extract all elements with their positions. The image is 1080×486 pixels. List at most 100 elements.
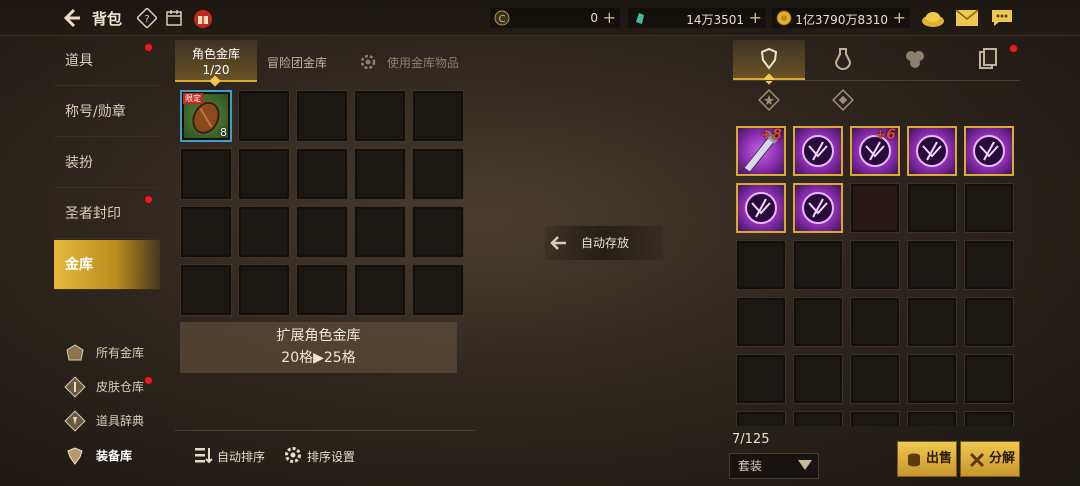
inventory-slot[interactable] xyxy=(907,183,957,233)
mail-icon[interactable] xyxy=(955,9,979,27)
chat-icon[interactable] xyxy=(990,8,1014,28)
sub-item-all-vaults[interactable]: 所有金库 xyxy=(64,338,174,368)
equipment-item[interactable] xyxy=(793,183,843,233)
sidebar-item-vault[interactable]: 金库 xyxy=(54,240,160,290)
vault-grid: 限定 8 xyxy=(180,90,465,316)
sidebar-item-costume[interactable]: 装扮 xyxy=(54,138,160,188)
tab-label: 角色金库 xyxy=(191,47,240,61)
coin-currency: C 0 + xyxy=(490,8,620,28)
sub-item-item-dictionary[interactable]: 道具辞典 xyxy=(64,406,174,436)
equipment-item[interactable] xyxy=(964,126,1014,176)
vault-slot[interactable]: 限定 8 xyxy=(180,90,232,142)
equipment-item[interactable]: +6 xyxy=(850,126,900,176)
back-arrow-icon[interactable] xyxy=(60,6,84,30)
inventory-slot[interactable] xyxy=(793,240,843,290)
vault-slot[interactable] xyxy=(354,206,406,258)
expand-vault-button[interactable]: 扩展角色金库 20格▶25格 xyxy=(180,322,457,373)
inventory-slot[interactable] xyxy=(736,297,786,347)
sub-item-skin-storage[interactable]: 皮肤仓库 xyxy=(64,372,174,402)
gem-add-button[interactable]: + xyxy=(749,8,762,27)
coin-add-button[interactable]: + xyxy=(603,8,616,27)
gold-coin-icon xyxy=(776,10,792,26)
calendar-icon[interactable] xyxy=(164,8,184,28)
equipment-item[interactable] xyxy=(907,126,957,176)
sub-item-label: 道具辞典 xyxy=(96,414,145,428)
vault-slot[interactable] xyxy=(238,148,290,200)
diamond-emblem-icon[interactable] xyxy=(831,88,855,112)
inventory-slot[interactable] xyxy=(736,411,786,426)
orb-item-icon xyxy=(973,135,1005,167)
vault-slot[interactable] xyxy=(412,264,464,316)
cards-tab-icon[interactable] xyxy=(975,46,1001,72)
inventory-slot[interactable] xyxy=(907,297,957,347)
equipment-item[interactable] xyxy=(736,183,786,233)
inventory-slot[interactable] xyxy=(850,411,900,426)
gold-add-button[interactable]: + xyxy=(893,8,906,27)
vault-slot[interactable] xyxy=(412,206,464,258)
vault-slot[interactable] xyxy=(238,90,290,142)
inventory-slot[interactable] xyxy=(964,297,1014,347)
sort-settings-button[interactable]: 排序设置 xyxy=(283,447,355,465)
star-emblem-icon[interactable] xyxy=(757,88,781,112)
equipment-item[interactable] xyxy=(793,126,843,176)
sidebar-item-items[interactable]: 道具 xyxy=(54,36,160,86)
vault-slot[interactable] xyxy=(296,264,348,316)
treasure-icon[interactable] xyxy=(920,8,946,28)
orb-item-icon xyxy=(916,135,948,167)
sub-item-equipment-storage[interactable]: 装备库 xyxy=(64,441,174,471)
tab-adventure-vault[interactable]: 冒险团金库 xyxy=(267,54,327,71)
vault-slot[interactable] xyxy=(180,206,232,258)
inventory-slot[interactable] xyxy=(850,240,900,290)
equipment-item[interactable]: +8 xyxy=(736,126,786,176)
inventory-slot[interactable] xyxy=(964,240,1014,290)
inventory-slot[interactable] xyxy=(793,411,843,426)
vault-subnav: 所有金库 皮肤仓库 道具辞典 装备库 xyxy=(54,338,164,478)
inventory-slot[interactable] xyxy=(793,297,843,347)
sidebar-item-label: 道具 xyxy=(65,53,93,69)
c-coin-icon: C xyxy=(494,10,510,26)
tab-use-vault-items[interactable]: 使用金库物品 xyxy=(387,54,459,71)
item-count: 8 xyxy=(220,126,227,139)
inventory-slot[interactable] xyxy=(793,354,843,404)
inventory-slot[interactable] xyxy=(964,183,1014,233)
inventory-slot[interactable] xyxy=(907,240,957,290)
inventory-slot[interactable] xyxy=(850,297,900,347)
inventory-count: 7/125 xyxy=(732,432,770,447)
filter-select[interactable]: 套装 xyxy=(729,453,819,479)
help-icon[interactable]: ? xyxy=(137,8,157,28)
sub-item-label: 装备库 xyxy=(96,449,133,463)
armor-icon xyxy=(67,447,83,465)
vault-slot[interactable] xyxy=(412,148,464,200)
potion-tab-icon[interactable] xyxy=(830,46,856,72)
inventory-slot[interactable] xyxy=(964,354,1014,404)
vault-slot[interactable] xyxy=(412,90,464,142)
vault-slot[interactable] xyxy=(296,206,348,258)
dismantle-button[interactable]: 分解 xyxy=(960,441,1020,477)
inventory-slot[interactable] xyxy=(964,411,1014,426)
vault-slot[interactable] xyxy=(354,148,406,200)
inventory-slot[interactable] xyxy=(850,354,900,404)
gold-currency: 1亿3790万8310 + xyxy=(772,8,910,28)
inventory-slot[interactable] xyxy=(850,183,900,233)
vault-slot[interactable] xyxy=(180,264,232,316)
vault-slot[interactable] xyxy=(354,264,406,316)
materials-tab-icon[interactable] xyxy=(902,46,928,72)
gift-icon[interactable] xyxy=(192,6,214,30)
vault-slot[interactable] xyxy=(180,148,232,200)
divider xyxy=(733,80,1020,81)
inventory-slot[interactable] xyxy=(736,354,786,404)
inventory-slot[interactable] xyxy=(736,240,786,290)
vault-slot[interactable] xyxy=(238,206,290,258)
auto-sort-button[interactable]: 自动排序 xyxy=(193,448,265,465)
vault-slot[interactable] xyxy=(296,148,348,200)
sell-button[interactable]: 出售 xyxy=(897,441,957,477)
armor-tab-icon xyxy=(760,47,778,70)
vault-slot[interactable] xyxy=(354,90,406,142)
vault-slot[interactable] xyxy=(296,90,348,142)
inventory-slot[interactable] xyxy=(907,354,957,404)
vault-icon xyxy=(66,344,84,361)
sidebar-item-titles[interactable]: 称号/勋章 xyxy=(54,87,160,137)
auto-store-button[interactable]: 自动存放 xyxy=(545,226,663,260)
vault-slot[interactable] xyxy=(238,264,290,316)
inventory-slot[interactable] xyxy=(907,411,957,426)
